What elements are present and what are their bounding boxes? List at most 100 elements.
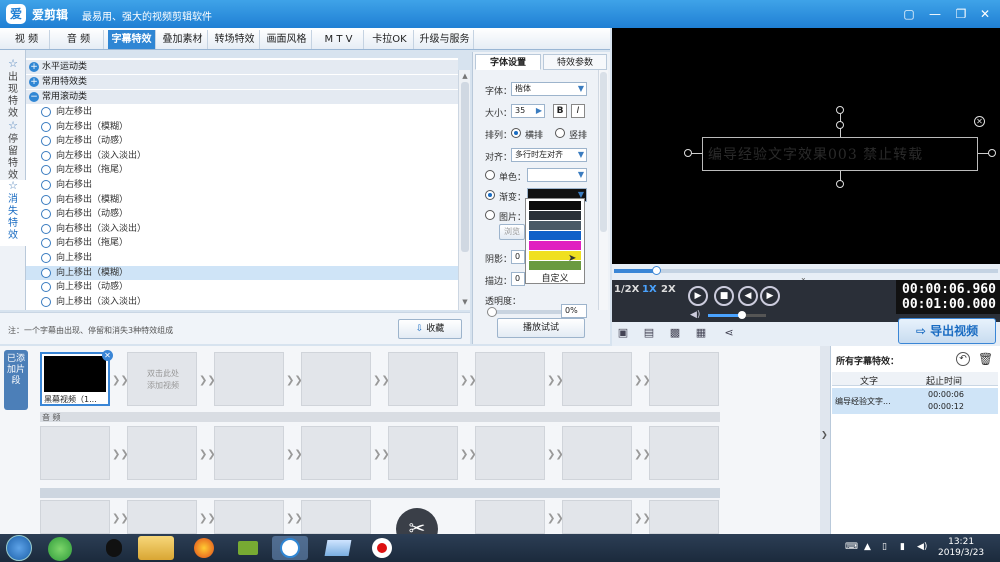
right-resize-handle[interactable] [988,149,996,157]
shadow-input[interactable]: 0 [511,250,525,264]
network-icon[interactable]: ▮ [900,542,905,552]
app-360-icon[interactable] [48,537,72,561]
open-folder-icon[interactable]: ▤ [642,326,656,340]
effect-item[interactable]: 向右移出 [26,178,458,192]
radio-icon[interactable] [41,194,51,205]
radio-icon[interactable] [41,282,51,293]
vtab-disappear[interactable]: ☆ 消失特效 [0,180,26,246]
chevron-right-icon[interactable]: ▶ [536,105,542,117]
gradient-swatch[interactable] [529,231,581,240]
file-explorer-icon[interactable] [138,536,174,560]
effect-item[interactable]: 向左移出（动感） [26,134,458,148]
audio-slot[interactable] [388,426,458,480]
radio-icon[interactable] [41,121,51,132]
effect-item[interactable]: 向右移出（模糊） [26,193,458,207]
tab-font-settings[interactable]: 字体设置 [475,54,541,70]
top-resize-handle[interactable] [836,121,844,129]
tab-subtitle-effects[interactable]: 字幕特效 [108,30,156,49]
export-video-button[interactable]: ⇨ 导出视频 [898,318,996,344]
collapse-icon[interactable]: − [29,92,39,102]
save-icon[interactable]: ▩ [668,326,682,340]
tab-overlay[interactable]: 叠加素材 [158,30,208,49]
speed-normal[interactable]: 1X [642,284,657,295]
category-scroll[interactable]: − 常用滚动类 [26,90,458,104]
play-test-button[interactable]: 播放试试 [497,318,585,338]
clip-black-video[interactable]: 黑幕视频（1... [40,352,110,406]
audio-slot[interactable] [562,426,632,480]
empty-clip-slot[interactable] [214,352,284,406]
radio-icon[interactable] [41,180,51,190]
restore-button[interactable]: ❐ [952,5,970,23]
stop-icon[interactable]: ■ [714,286,734,306]
single-color-radio[interactable] [485,170,495,180]
opacity-slider[interactable] [487,307,563,317]
share-icon[interactable]: ⋖ [722,326,736,340]
playback-progress-knob[interactable] [652,266,661,275]
radio-icon[interactable] [41,209,51,220]
video-app-icon[interactable] [230,536,266,560]
start-button[interactable] [6,535,32,561]
generic-app-icon[interactable] [320,536,356,560]
expand-icon[interactable]: + [29,77,39,87]
arrange-vertical-radio[interactable] [555,128,565,138]
record-icon[interactable] [364,536,400,560]
previous-frame-icon[interactable]: ◀ [738,286,758,306]
arrange-horizontal-radio[interactable] [511,128,521,138]
empty-clip-slot[interactable] [301,352,371,406]
scroll-up-icon[interactable]: ▲ [459,70,471,82]
rotate-handle[interactable] [836,106,844,114]
opacity-slider-thumb[interactable] [487,307,497,317]
stroke-input[interactable]: 0 [511,272,525,286]
italic-button[interactable]: I [571,104,585,118]
tab-transition[interactable]: 转场特效 [210,30,260,49]
font-select[interactable]: 楷体 ▼ [511,82,587,96]
aijianji-taskbar-icon[interactable] [272,536,308,560]
radio-icon[interactable] [41,238,51,249]
volume-knob[interactable] [738,311,746,319]
extra-slot[interactable] [475,500,545,534]
usb-icon[interactable]: ▯ [882,542,887,552]
audio-slot[interactable] [475,426,545,480]
close-button[interactable]: ✕ [976,5,994,23]
settings-scrollbar[interactable] [598,70,608,310]
category-common[interactable]: + 常用特效类 [26,75,458,89]
audio-slot[interactable] [40,426,110,480]
radio-icon[interactable] [41,296,51,307]
radio-icon[interactable] [41,253,51,263]
settings-scroll-thumb[interactable] [600,72,607,232]
custom-gradient-option[interactable]: 自定义 [526,271,584,284]
minimize-button[interactable]: — [926,5,944,23]
extra-slot[interactable] [214,500,284,534]
tab-karaoke[interactable]: 卡拉OK [366,30,414,49]
tab-mtv[interactable]: M T V [314,30,364,49]
speed-half[interactable]: 1/2X [614,284,639,295]
qq-icon[interactable] [96,536,132,560]
radio-icon[interactable] [41,267,51,278]
extra-slot[interactable] [127,500,197,534]
save-as-icon[interactable]: ▦ [694,326,708,340]
empty-clip-slot[interactable] [475,352,545,406]
audio-slot[interactable] [301,426,371,480]
extra-slot[interactable] [301,500,371,534]
browse-button[interactable]: 浏览 [499,224,525,240]
tab-video[interactable]: 视 频 [4,30,50,49]
next-frame-icon[interactable]: ▶ [760,286,780,306]
scroll-down-icon[interactable]: ▼ [459,296,471,308]
tab-effect-params[interactable]: 特效参数 [543,54,607,70]
gradient-swatch[interactable] [529,241,581,250]
opacity-input[interactable]: 0% [561,304,587,318]
chevron-up-icon[interactable]: ▲ [864,542,871,552]
category-horizontal[interactable]: + 水平运动类 [26,60,458,74]
size-input[interactable]: 35 ▶ [511,104,545,118]
scroll-thumb[interactable] [461,82,469,252]
volume-slider[interactable] [708,314,766,317]
gradient-radio[interactable] [485,190,495,200]
effect-item[interactable]: 向右移出（淡入淡出） [26,222,458,236]
play-icon[interactable]: ▶ [688,286,708,306]
undo-icon[interactable]: ↶ [956,352,970,366]
gradient-swatch[interactable] [529,221,581,230]
empty-clip-slot[interactable] [388,352,458,406]
remove-clip-icon[interactable]: ✕ [102,350,113,361]
effect-item[interactable]: 向上移出（动感） [26,280,458,294]
add-video-slot[interactable]: 双击此处 添加视频 [127,352,197,406]
